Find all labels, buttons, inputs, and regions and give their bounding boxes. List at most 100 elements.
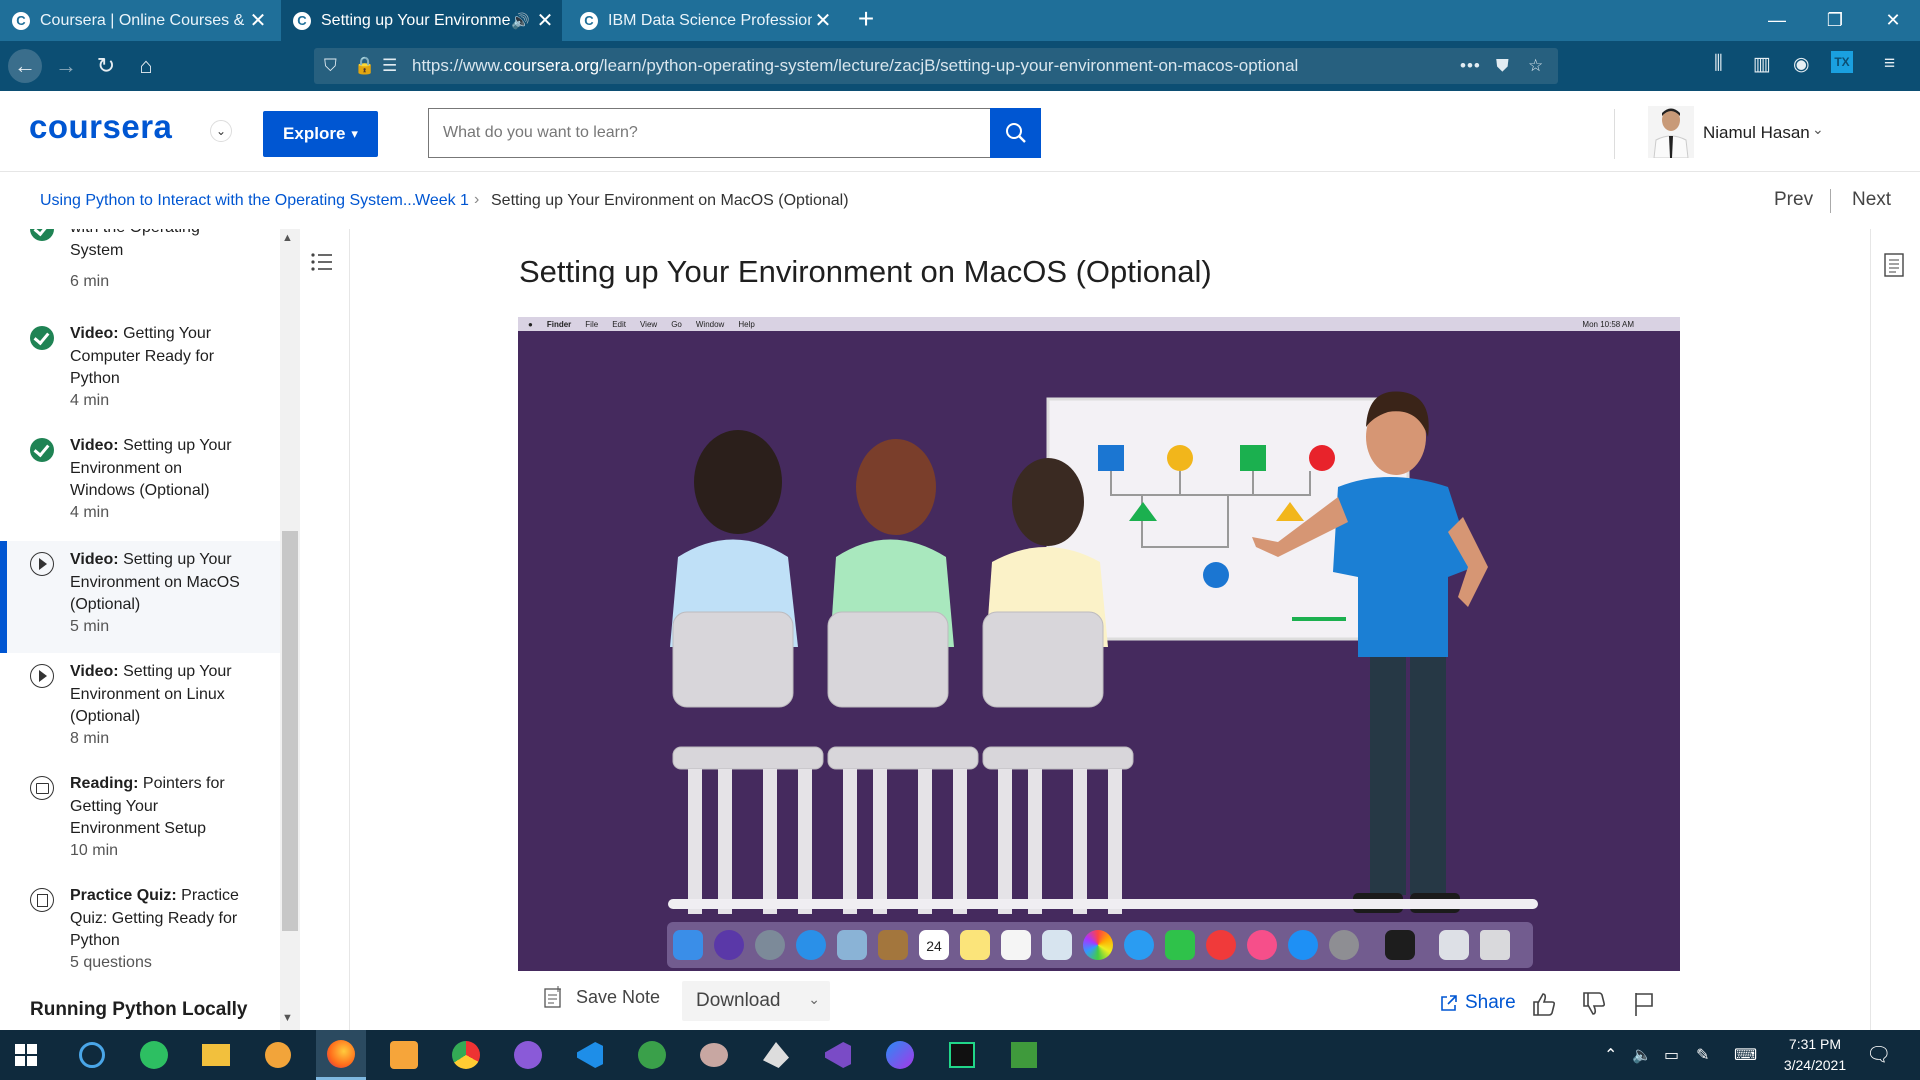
- chrome-icon[interactable]: [450, 1039, 482, 1071]
- account-icon[interactable]: ◉: [1793, 53, 1810, 76]
- browser-tab-ibm[interactable]: C IBM Data Science Professional ✕: [568, 0, 840, 41]
- search-icon: [1005, 123, 1026, 143]
- flag-icon: [1635, 993, 1653, 1016]
- reload-icon[interactable]: ↻: [89, 49, 123, 83]
- scroll-up-arrow-icon[interactable]: ▲: [282, 232, 293, 244]
- file-explorer-icon[interactable]: [200, 1039, 232, 1071]
- visual-studio-icon[interactable]: [822, 1039, 854, 1071]
- spreadsheet-app-icon[interactable]: [1008, 1039, 1040, 1071]
- coursera-logo[interactable]: coursera: [29, 108, 172, 146]
- back-arrow-icon[interactable]: ←: [8, 49, 42, 83]
- thumbs-down-button[interactable]: [1580, 990, 1608, 1018]
- share-button[interactable]: Share: [1440, 992, 1516, 1014]
- breadcrumb-course-link[interactable]: Using Python to Interact with the Operat…: [40, 192, 416, 210]
- home-icon[interactable]: ⌂: [129, 49, 163, 83]
- outline-toggle-button[interactable]: [308, 248, 336, 276]
- user-name[interactable]: Niamul Hasan: [1703, 123, 1810, 143]
- siri-icon: [714, 930, 744, 960]
- transcript-toggle-button[interactable]: [1884, 253, 1904, 277]
- pocket-icon[interactable]: ⛊: [1496, 56, 1509, 76]
- forward-arrow-icon[interactable]: →: [49, 49, 83, 83]
- sidebar-item-windows[interactable]: Video: Setting up Your Environment on Wi…: [0, 435, 280, 547]
- play-icon: [30, 664, 54, 688]
- windows-start-icon[interactable]: [10, 1039, 42, 1071]
- minimize-window-icon[interactable]: —: [1754, 0, 1800, 41]
- permissions-icon[interactable]: ☰: [382, 56, 397, 76]
- close-icon[interactable]: ✕: [534, 8, 556, 33]
- share-label: Share: [1465, 992, 1516, 1013]
- system-preferences-icon: [1329, 930, 1359, 960]
- bookmark-star-icon[interactable]: ☆: [1528, 56, 1543, 76]
- explore-button[interactable]: Explore ▾: [263, 111, 378, 157]
- pycharm-icon[interactable]: [946, 1039, 978, 1071]
- breadcrumb-week-link[interactable]: Week 1: [415, 192, 469, 210]
- save-note-button[interactable]: Save Note: [544, 986, 660, 1008]
- extension-icon[interactable]: TX: [1831, 51, 1853, 73]
- sidebar-item-macos[interactable]: Video: Setting up Your Environment on Ma…: [0, 541, 280, 653]
- restore-window-icon[interactable]: ❐: [1812, 0, 1858, 41]
- search-app-icon[interactable]: [76, 1039, 108, 1071]
- video-player[interactable]: ● Finder File Edit View Go Window Help M…: [518, 317, 1680, 971]
- close-window-icon[interactable]: ✕: [1870, 0, 1916, 41]
- scroll-down-arrow-icon[interactable]: ▼: [282, 1012, 293, 1024]
- launchpad-icon: [755, 930, 785, 960]
- browser-tab-strip: C Coursera | Online Courses & Cr ✕ C Set…: [0, 0, 1920, 41]
- reminders-icon: [1001, 930, 1031, 960]
- sidebar-item-reading[interactable]: Reading: Pointers for Getting Your Envir…: [0, 773, 280, 885]
- notifications-icon[interactable]: 🗨: [1866, 1042, 1891, 1067]
- page-actions-icon[interactable]: •••: [1460, 56, 1481, 76]
- inkscape-icon[interactable]: [760, 1039, 792, 1071]
- whatsapp-icon[interactable]: [138, 1039, 170, 1071]
- close-icon[interactable]: ✕: [247, 8, 269, 33]
- chevron-up-icon[interactable]: ⌃: [1604, 1045, 1617, 1065]
- avatar[interactable]: [1648, 106, 1694, 159]
- download-dropdown[interactable]: Download ⌄: [682, 981, 830, 1021]
- volume-icon[interactable]: 🔈: [1632, 1045, 1652, 1065]
- section-heading[interactable]: Running Python Locally: [30, 999, 247, 1021]
- report-flag-button[interactable]: [1630, 990, 1658, 1018]
- lock-icon[interactable]: 🔒: [354, 56, 375, 76]
- firefox-icon[interactable]: [316, 1030, 366, 1080]
- prev-button[interactable]: Prev: [1774, 189, 1813, 211]
- network-app-icon[interactable]: [636, 1039, 668, 1071]
- browser-tab-current-lecture[interactable]: C Setting up Your Environmen 🔊 ✕: [281, 0, 562, 41]
- close-icon[interactable]: ✕: [812, 8, 834, 33]
- sidebar-item-computer-ready[interactable]: Video: Getting Your Computer Ready for P…: [0, 323, 280, 435]
- search-input[interactable]: What do you want to learn?: [428, 108, 992, 158]
- next-button[interactable]: Next: [1852, 189, 1891, 211]
- chevron-down-icon[interactable]: ⌄: [1812, 121, 1824, 138]
- shield-icon[interactable]: ⛉: [324, 56, 337, 76]
- github-icon[interactable]: [512, 1039, 544, 1071]
- keyboard-icon[interactable]: ⌨: [1734, 1045, 1757, 1065]
- taskbar-clock[interactable]: 7:31 PM 3/24/2021: [1770, 1034, 1860, 1076]
- brave-icon[interactable]: [262, 1039, 294, 1071]
- speaker-icon[interactable]: 🔊: [511, 12, 530, 30]
- thumbs-up-button[interactable]: [1530, 990, 1558, 1018]
- chevron-down-icon[interactable]: ⌄: [210, 120, 232, 142]
- outline-column: [300, 229, 350, 1030]
- pen-icon[interactable]: ✎: [1696, 1045, 1709, 1065]
- sidebar-item-linux[interactable]: Video: Setting up Your Environment on Li…: [0, 661, 280, 773]
- browser-tab-coursera-home[interactable]: C Coursera | Online Courses & Cr ✕: [0, 0, 275, 41]
- sidebar-item-title: Reading: Pointers for Getting Your Envir…: [70, 775, 225, 837]
- library-icon[interactable]: ⫼: [1714, 53, 1723, 75]
- list-icon: [311, 253, 332, 271]
- hamburger-menu-icon[interactable]: ≡: [1884, 53, 1895, 75]
- sidebar-item-quiz[interactable]: Practice Quiz: Practice Quiz: Getting Re…: [0, 885, 280, 997]
- music-icon: [1247, 930, 1277, 960]
- messenger-icon[interactable]: [884, 1039, 916, 1071]
- site-header: coursera ⌄ Explore ▾ What do you want to…: [0, 91, 1920, 172]
- new-tab-button[interactable]: +: [852, 5, 880, 34]
- sidebar-icon[interactable]: ▥: [1753, 53, 1771, 76]
- search-button[interactable]: [990, 108, 1041, 158]
- network-icon[interactable]: ▭: [1664, 1045, 1679, 1065]
- terminal-icon: [1385, 930, 1415, 960]
- snipping-tool-icon[interactable]: [698, 1039, 730, 1071]
- vscode-icon[interactable]: [574, 1039, 606, 1071]
- sidebar-item-interacting-with-os[interactable]: with the Operating System 6 min: [0, 229, 280, 317]
- screenshot-icon: [1439, 930, 1469, 960]
- chevron-right-icon: ›: [474, 191, 480, 208]
- scrollbar-thumb[interactable]: [282, 531, 298, 931]
- image-viewer-icon[interactable]: [388, 1039, 420, 1071]
- address-bar[interactable]: ⛉ 🔒 ☰ https://www.coursera.org/learn/pyt…: [314, 48, 1558, 84]
